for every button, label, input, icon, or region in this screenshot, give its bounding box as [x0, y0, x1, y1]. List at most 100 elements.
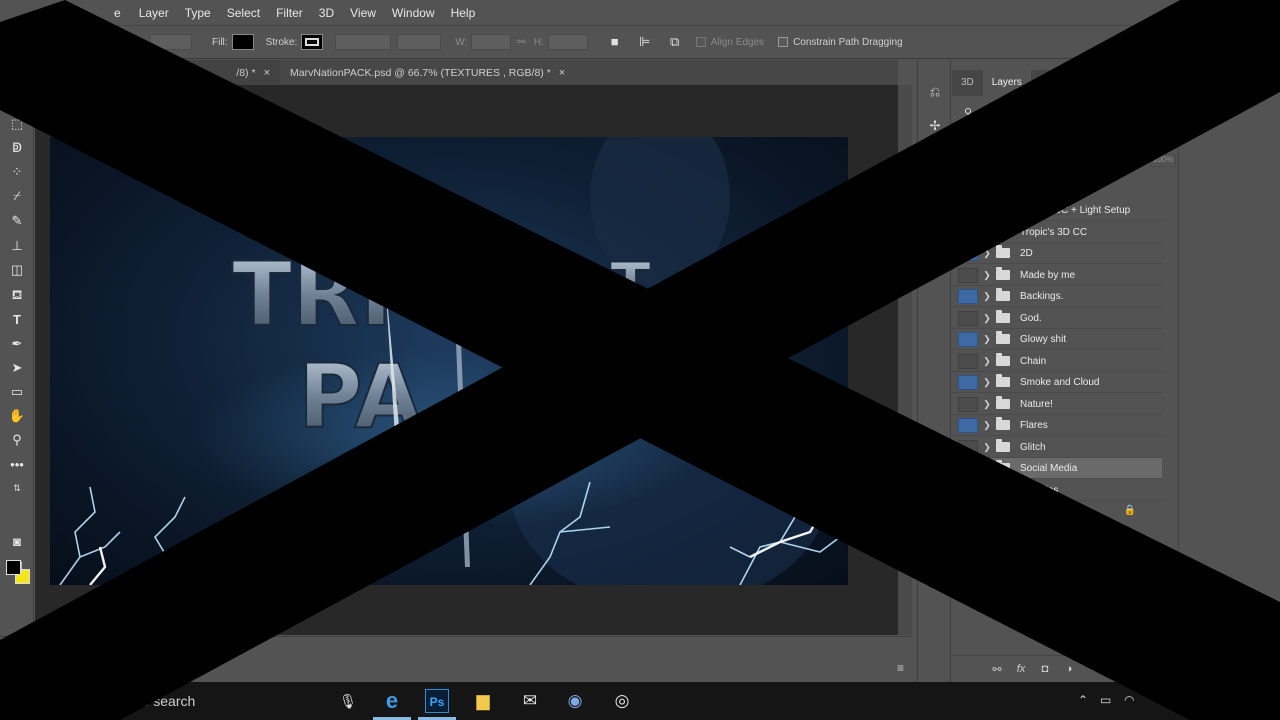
layer-row[interactable]: ❯ Nature! [952, 394, 1162, 415]
lasso-tool-icon[interactable]: ↁ [7, 138, 27, 158]
canvas-area[interactable]: TRI T PA [35, 85, 898, 635]
stroke-type-dropdown[interactable] [397, 34, 442, 50]
menu-select[interactable]: Select [221, 6, 270, 20]
stroke-width-input[interactable] [335, 34, 392, 50]
tray-chevron-up-icon[interactable]: ⌃ [1078, 693, 1088, 707]
hand-tool-icon[interactable]: ✋ [7, 406, 27, 426]
visibility-toggle[interactable] [958, 374, 978, 390]
tab-properties[interactable]: operties [1238, 86, 1270, 96]
photoshop-app-icon[interactable]: Ps [425, 689, 449, 713]
layer-row[interactable]: Tropic 2D CC + Light Setup [952, 200, 1162, 221]
close-icon[interactable]: × [559, 67, 565, 79]
visibility-toggle[interactable] [958, 224, 978, 240]
mail-icon[interactable]: ✉ [516, 687, 544, 715]
path-arrangement-icon[interactable]: ⧉ [666, 33, 684, 51]
menu-3d[interactable]: 3D [313, 6, 344, 20]
chevron-right-icon[interactable]: ❯ [982, 248, 992, 259]
link-layers-icon[interactable]: ⚯ [985, 663, 1009, 676]
zoom-tool-icon[interactable]: ⚲ [7, 430, 27, 450]
link-icon[interactable]: ⚯ [517, 37, 525, 48]
shape-mode-dropdown[interactable] [150, 34, 192, 50]
add-mask-icon[interactable]: ◘ [1033, 663, 1057, 675]
eyedropper-icon[interactable]: ⌿ [7, 186, 27, 206]
chevron-right-icon[interactable]: ❯ [982, 463, 992, 474]
chevron-right-icon[interactable]: ❯ [982, 485, 992, 496]
cinema4d-icon[interactable]: ◉ [561, 687, 589, 715]
visibility-toggle[interactable] [958, 331, 978, 347]
network-icon[interactable]: ▭ [1100, 693, 1111, 707]
close-icon[interactable]: × [264, 67, 270, 79]
chevron-right-icon[interactable]: ❯ [982, 291, 992, 302]
menu-window[interactable]: Window [386, 6, 445, 20]
layer-row[interactable]: ❯ Glowy shit [952, 329, 1162, 350]
tab-marvnation-pack[interactable]: MarvNationPACK.psd @ 66.7% (TEXTURES , R… [280, 60, 575, 85]
visibility-toggle[interactable] [958, 310, 978, 326]
quick-mask-icon[interactable]: ◙ [7, 532, 27, 552]
visibility-toggle[interactable] [958, 267, 978, 283]
fill-input[interactable]: 100% [1150, 154, 1176, 167]
width-input[interactable] [471, 34, 512, 50]
chevron-right-icon[interactable]: ❯ [982, 356, 992, 367]
layer-row[interactable]: ❯ Chain [952, 351, 1162, 372]
canvas-vertical-scrollbar[interactable] [898, 85, 912, 635]
chevron-right-icon[interactable]: ❯ [982, 227, 992, 238]
visibility-toggle[interactable] [958, 417, 978, 433]
brush-settings-icon[interactable]: ✢ [925, 116, 945, 136]
zoom-level[interactable]: 66.67 [7, 640, 30, 650]
locking-row[interactable]: ocking 🔒 [952, 501, 1162, 522]
tab-layers[interactable]: Layers [982, 70, 1031, 96]
taskbar-search[interactable]: e to search [126, 693, 195, 709]
menu-layer[interactable]: Layer [133, 6, 179, 20]
path-alignment-icon[interactable]: ⊫ [636, 33, 654, 51]
layer-row[interactable]: ❯ God. [952, 308, 1162, 329]
layer-row[interactable]: ❯ Tropic's 3D CC [952, 222, 1162, 243]
layer-row[interactable]: ❯ Glitch [952, 437, 1162, 458]
path-operations-icon[interactable]: ■ [606, 33, 624, 51]
obs-icon[interactable]: ◎ [608, 687, 636, 715]
default-colors-icon[interactable]: ⇅ [7, 478, 27, 498]
visibility-toggle[interactable] [958, 439, 978, 455]
file-explorer-icon[interactable]: ▆ [469, 687, 497, 715]
visibility-toggle[interactable] [958, 245, 978, 261]
chevron-right-icon[interactable]: ❯ [982, 420, 992, 431]
height-input[interactable] [547, 34, 588, 50]
chevron-right-icon[interactable]: ❯ [982, 377, 992, 388]
lock-icon[interactable]: 🔒 [1124, 505, 1136, 516]
chevron-right-icon[interactable]: ❯ [982, 442, 992, 453]
move-tool-icon[interactable]: ✥ [7, 90, 27, 110]
foreground-color-swatch[interactable] [6, 560, 21, 575]
marquee-tool-icon[interactable]: ⬚ [7, 114, 27, 134]
chevron-right-icon[interactable]: ❯ [982, 313, 992, 324]
chevron-right-icon[interactable]: ❯ [982, 399, 992, 410]
layer-row[interactable]: ❯ Particles [952, 480, 1162, 501]
visibility-toggle[interactable] [958, 288, 978, 304]
history-icon[interactable]: ⎌ [925, 82, 945, 102]
shape-tool-icon[interactable]: ▭ [7, 382, 27, 402]
panel-menu-icon[interactable]: ≡ [897, 661, 904, 675]
constrain-path-checkbox[interactable] [778, 37, 789, 47]
menu-partial[interactable]: e [108, 6, 133, 20]
fill-swatch[interactable] [231, 34, 254, 50]
menu-type[interactable]: Type [179, 6, 221, 20]
more-tools-icon[interactable]: ••• [7, 455, 27, 475]
layer-row[interactable]: ❯ Made by me [952, 265, 1162, 286]
path-selection-icon[interactable]: ➤ [7, 358, 27, 378]
edge-browser-icon[interactable]: e [378, 687, 406, 715]
clone-stamp-icon[interactable]: ⊥ [7, 236, 27, 256]
pen-tool-icon[interactable]: ✒ [7, 334, 27, 354]
layer-row[interactable]: ❯ 2D [952, 243, 1162, 264]
menu-view[interactable]: View [344, 6, 386, 20]
tab-active-document[interactable]: /8) * × [35, 60, 280, 85]
adjustment-layer-icon[interactable]: ◑ [1057, 663, 1081, 675]
layer-row-selected[interactable]: ❯ Social Media [952, 458, 1162, 479]
fx-icon[interactable]: fx [1009, 663, 1033, 675]
chevron-right-icon[interactable]: ❯ [982, 270, 992, 281]
libraries-icon[interactable]: ☁ [925, 262, 945, 282]
visibility-toggle[interactable] [958, 353, 978, 369]
layer-row[interactable]: ❯ Flares [952, 415, 1162, 436]
paint-bucket-icon[interactable]: ⛾ [7, 285, 27, 305]
microphone-icon[interactable]: 🎙 [334, 687, 362, 715]
visibility-toggle[interactable] [958, 460, 978, 476]
menu-help[interactable]: Help [445, 6, 486, 20]
filter-search-icon[interactable]: ⚲ [964, 106, 972, 119]
